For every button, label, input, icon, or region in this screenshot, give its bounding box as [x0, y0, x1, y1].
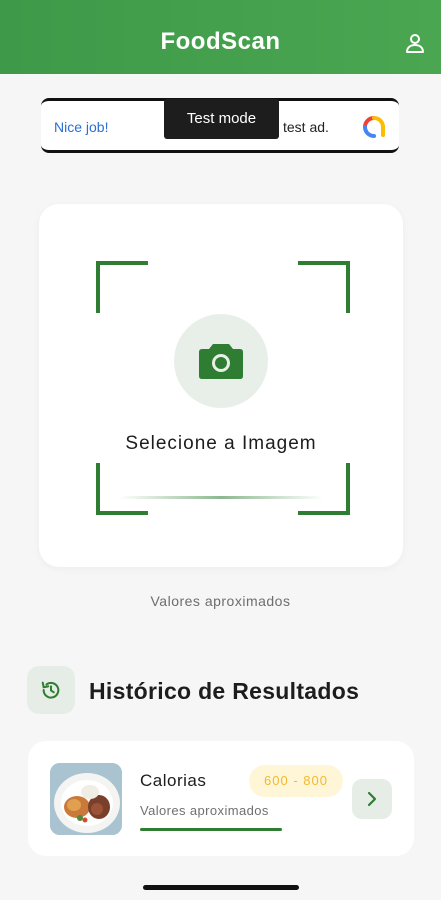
- top-bar: FoodScan: [0, 0, 441, 74]
- home-indicator[interactable]: [143, 885, 299, 890]
- food-plate-image: [50, 763, 122, 835]
- app-title: FoodScan: [160, 28, 281, 55]
- approximate-values-note: Valores aproximados: [150, 593, 291, 609]
- select-image-label: Selecione a Imagem: [125, 433, 317, 454]
- history-icon-box: [27, 666, 75, 714]
- item-accent-bar: [140, 828, 282, 831]
- scan-line: [119, 496, 323, 499]
- calories-label: Calorias: [140, 771, 207, 790]
- ad-right-text: test ad.: [283, 119, 329, 135]
- frame-corner-top-left: [96, 261, 148, 313]
- test-mode-badge: Test mode: [164, 99, 279, 139]
- camera-icon: [199, 344, 243, 379]
- history-title: Histórico de Resultados: [89, 678, 360, 704]
- frame-corner-bottom-left: [96, 463, 148, 515]
- frame-corner-bottom-right: [298, 463, 350, 515]
- image-picker-card[interactable]: Selecione a Imagem: [39, 204, 403, 567]
- calories-range-badge: 600 - 800: [249, 765, 343, 797]
- history-item[interactable]: Calorias 600 - 800 Valores aproximados: [28, 741, 414, 856]
- open-result-button[interactable]: [352, 779, 392, 819]
- profile-button[interactable]: [403, 31, 427, 55]
- item-approximate-note: Valores aproximados: [140, 803, 269, 818]
- history-icon: [41, 681, 60, 699]
- ad-left-text: Nice job!: [54, 119, 109, 135]
- ad-banner[interactable]: Nice job! Test mode test ad.: [41, 98, 399, 153]
- ad-logo-icon: [363, 116, 385, 138]
- user-icon: [406, 34, 424, 53]
- screen: FoodScan Nice job! Test mode test ad. Se…: [0, 0, 441, 900]
- chevron-right-icon: [367, 791, 377, 807]
- camera-button[interactable]: [174, 314, 268, 408]
- frame-corner-top-right: [298, 261, 350, 313]
